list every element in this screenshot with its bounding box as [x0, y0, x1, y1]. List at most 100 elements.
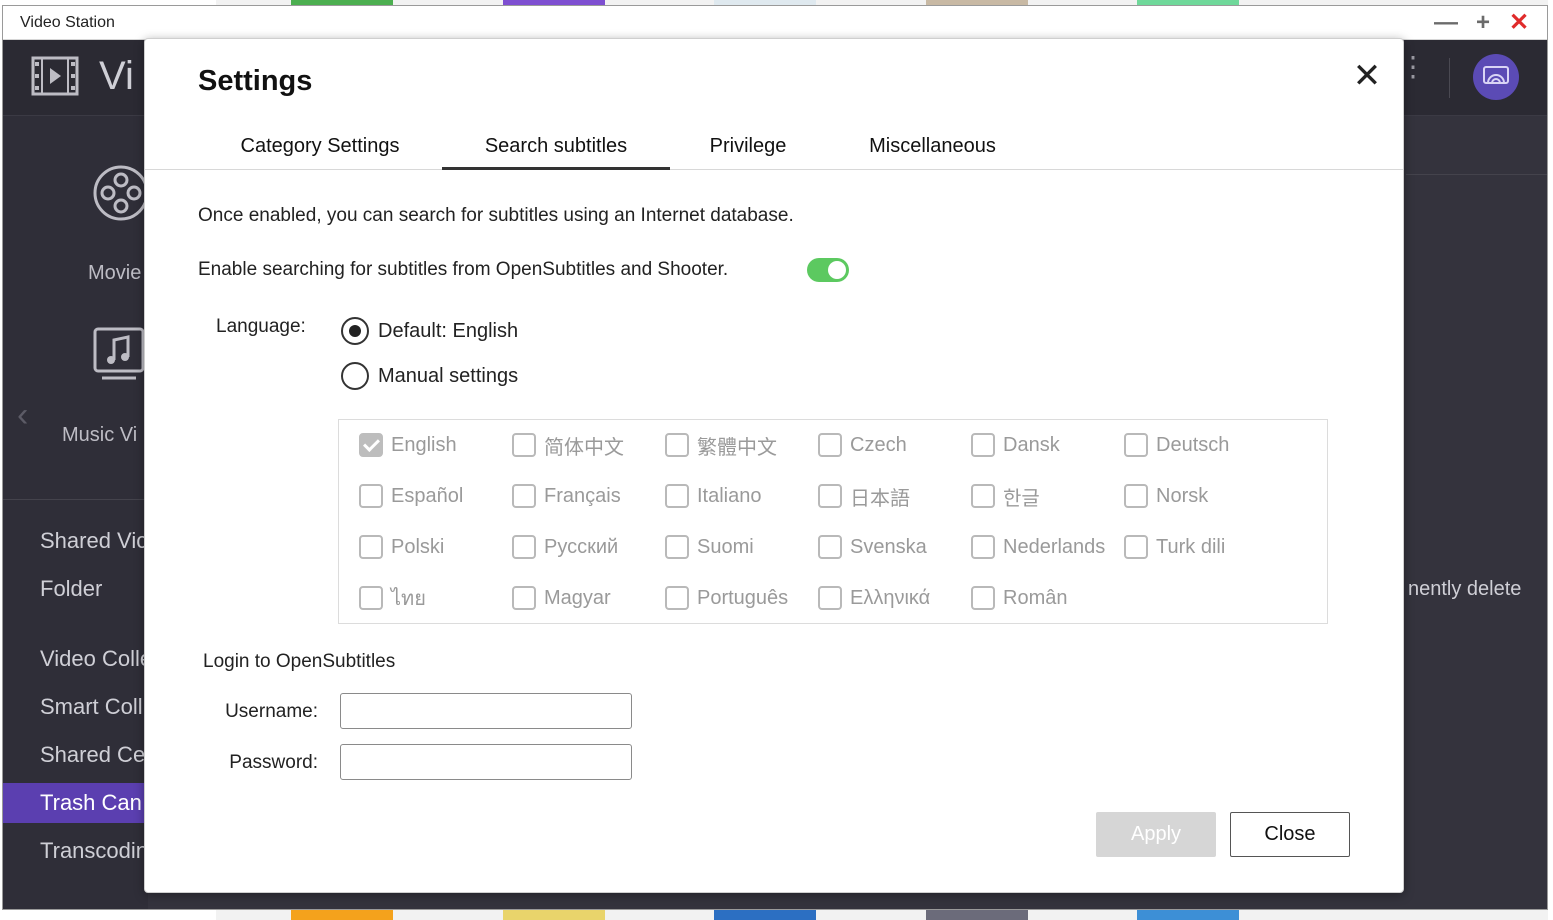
- language-checkbox-item[interactable]: ไทย: [359, 585, 426, 611]
- language-checkbox-item[interactable]: Italiano: [665, 483, 762, 509]
- checkbox-icon[interactable]: [665, 484, 689, 508]
- language-checkbox-item[interactable]: Nederlands: [971, 534, 1105, 560]
- window-title: Video Station: [20, 14, 115, 31]
- language-label: Norsk: [1156, 484, 1209, 507]
- minimize-button[interactable]: —: [1433, 10, 1459, 36]
- sidebar-category-music-video[interactable]: Music Vi: [3, 326, 148, 446]
- checkbox-icon[interactable]: [818, 535, 842, 559]
- checkbox-icon[interactable]: [1124, 535, 1148, 559]
- username-input[interactable]: [340, 693, 632, 729]
- sidebar-item-video-collection[interactable]: Video Colle: [3, 639, 148, 679]
- checkbox-icon[interactable]: [971, 484, 995, 508]
- tab-privilege[interactable]: Privilege: [698, 127, 798, 170]
- window-titlebar[interactable]: Video Station — + ✕: [3, 6, 1547, 40]
- background-content-text: nently delete: [1408, 578, 1522, 600]
- header-divider: [1449, 58, 1450, 98]
- language-checkbox-item[interactable]: Norsk: [1124, 483, 1208, 509]
- cast-button[interactable]: [1473, 54, 1519, 100]
- checkbox-icon[interactable]: [971, 586, 995, 610]
- toggle-knob: [828, 261, 846, 279]
- radio-default-english[interactable]: Default: English: [341, 316, 518, 346]
- language-checkbox-item[interactable]: 简体中文: [512, 432, 624, 459]
- sidebar-item-smart-collection[interactable]: Smart Coll: [3, 687, 148, 727]
- checkbox-icon[interactable]: [359, 586, 383, 610]
- sidebar: ‹ Movie Music Vi Shared Vic Folder Video…: [3, 116, 149, 909]
- language-checkbox-item[interactable]: Suomi: [665, 534, 754, 560]
- language-checkbox-item[interactable]: 한글: [971, 483, 1040, 510]
- language-checkbox-item[interactable]: Ελληνικά: [818, 585, 930, 611]
- language-label: Suomi: [697, 535, 754, 558]
- dialog-close-icon[interactable]: ✕: [1350, 59, 1384, 93]
- password-input[interactable]: [340, 744, 632, 780]
- description-text: Once enabled, you can search for subtitl…: [198, 205, 794, 226]
- language-checkbox-item[interactable]: Français: [512, 483, 621, 509]
- sidebar-item-shared-center[interactable]: Shared Ce: [3, 735, 148, 775]
- language-checkbox-item[interactable]: Magyar: [512, 585, 611, 611]
- language-checkbox-item[interactable]: Português: [665, 585, 788, 611]
- sidebar-item-trash-can[interactable]: Trash Can: [3, 783, 148, 823]
- login-section-title: Login to OpenSubtitles: [203, 651, 396, 672]
- language-checkbox-item[interactable]: English: [359, 432, 457, 458]
- language-checkbox-item[interactable]: 繁體中文: [665, 432, 777, 459]
- checkbox-icon[interactable]: [512, 535, 536, 559]
- sidebar-item-shared-videos[interactable]: Shared Vic: [3, 521, 148, 561]
- language-label: ไทย: [391, 588, 426, 610]
- checkbox-icon[interactable]: [665, 433, 689, 457]
- radio-label: Manual settings: [378, 364, 519, 387]
- language-label: Polski: [391, 535, 445, 558]
- checkbox-icon[interactable]: [512, 484, 536, 508]
- sidebar-item-folder[interactable]: Folder: [3, 569, 148, 609]
- cast-icon: [1483, 66, 1509, 84]
- language-checkbox-item[interactable]: Dansk: [971, 432, 1060, 458]
- language-checkbox-item[interactable]: 日本語: [818, 483, 910, 510]
- checkbox-icon[interactable]: [1124, 433, 1148, 457]
- checkbox-icon[interactable]: [359, 535, 383, 559]
- language-label: Magyar: [544, 586, 611, 609]
- tab-search-subtitles[interactable]: Search subtitles: [442, 127, 670, 170]
- checkbox-icon[interactable]: [818, 586, 842, 610]
- checkbox-icon[interactable]: [512, 433, 536, 457]
- language-label: Dansk: [1003, 433, 1060, 456]
- checkbox-icon[interactable]: [971, 433, 995, 457]
- language-label: Svenska: [850, 535, 927, 558]
- language-label: Nederlands: [1003, 535, 1106, 558]
- film-reel-icon: [93, 165, 149, 221]
- radio-selected-icon[interactable]: [341, 317, 369, 345]
- language-label: Italiano: [697, 484, 762, 507]
- content-divider: [1406, 174, 1547, 175]
- password-label: Password:: [229, 752, 318, 773]
- tab-miscellaneous[interactable]: Miscellaneous: [855, 127, 1010, 170]
- language-checkbox-item[interactable]: Svenska: [818, 534, 927, 560]
- language-checkbox-item[interactable]: Deutsch: [1124, 432, 1229, 458]
- checkbox-icon[interactable]: [665, 535, 689, 559]
- sidebar-item-transcoding[interactable]: Transcodin: [3, 831, 148, 871]
- checkbox-icon[interactable]: [512, 586, 536, 610]
- radio-unselected-icon[interactable]: [341, 362, 369, 390]
- sidebar-divider: [3, 499, 148, 500]
- app-name: Vi: [99, 54, 134, 98]
- language-checkbox-item[interactable]: Polski: [359, 534, 444, 560]
- language-label: Language:: [216, 316, 306, 337]
- maximize-button[interactable]: +: [1470, 10, 1496, 36]
- apply-button[interactable]: Apply: [1096, 812, 1216, 857]
- close-button[interactable]: Close: [1230, 812, 1350, 857]
- checkbox-icon[interactable]: [971, 535, 995, 559]
- checkbox-icon[interactable]: [818, 484, 842, 508]
- sidebar-category-movie[interactable]: Movie: [3, 164, 149, 284]
- checkbox-icon[interactable]: [359, 484, 383, 508]
- checkbox-checked-icon[interactable]: [359, 433, 383, 457]
- sidebar-category-label: Music Vi: [62, 424, 138, 446]
- language-checkbox-item[interactable]: Turk dili: [1124, 534, 1225, 560]
- checkbox-icon[interactable]: [1124, 484, 1148, 508]
- language-label: Ελληνικά: [850, 586, 931, 609]
- language-checkbox-item[interactable]: Русский: [512, 534, 618, 560]
- enable-search-toggle[interactable]: [807, 258, 849, 282]
- checkbox-icon[interactable]: [818, 433, 842, 457]
- radio-manual-settings[interactable]: Manual settings: [341, 361, 518, 391]
- language-checkbox-item[interactable]: Român: [971, 585, 1067, 611]
- window-close-button[interactable]: ✕: [1506, 10, 1532, 36]
- language-checkbox-item[interactable]: Czech: [818, 432, 907, 458]
- checkbox-icon[interactable]: [665, 586, 689, 610]
- tab-category-settings[interactable]: Category Settings: [225, 127, 415, 170]
- language-checkbox-item[interactable]: Español: [359, 483, 463, 509]
